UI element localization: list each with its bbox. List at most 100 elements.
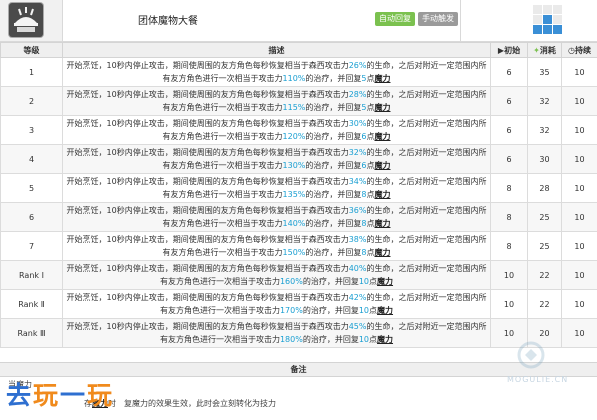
bolt-icon: ✦ — [533, 45, 540, 55]
highlight-value: 115% — [282, 103, 306, 112]
highlight-value: 10 — [358, 306, 370, 315]
highlight-value: 10 — [358, 335, 370, 344]
cost-cell: 22 — [527, 260, 562, 290]
cost-cell: 30 — [527, 144, 562, 174]
column-header-duration: ◷持续 — [561, 42, 597, 58]
level-cell: 1 — [0, 57, 63, 87]
keyword-link: 魔力 — [377, 277, 394, 286]
keyword-link: 魔力 — [374, 103, 391, 112]
highlight-value: 42% — [348, 293, 367, 302]
cost-cell: 35 — [527, 57, 562, 87]
highlight-value: 38% — [348, 235, 367, 244]
highlight-value: 150% — [282, 248, 306, 257]
cost-cell: 32 — [527, 86, 562, 116]
level-cell: 7 — [0, 231, 63, 261]
highlight-value: 10 — [358, 277, 370, 286]
description-cell: 开始烹饪，10秒内停止攻击，期间使周围的友方角色每秒恢复相当于森西攻击力40% 的… — [62, 260, 491, 290]
duration-cell: 10 — [561, 144, 597, 174]
duration-cell: 10 — [561, 260, 597, 290]
keyword-link: 魔力 — [374, 190, 391, 199]
level-cell: 4 — [0, 144, 63, 174]
description-text: 的治疗，并回复 — [302, 335, 359, 344]
table-row: Rank Ⅲ 开始烹饪，10秒内停止攻击，期间使周围的友方角色每秒恢复相当于森西攻… — [0, 318, 597, 348]
level-cell: Rank Ⅲ — [0, 318, 63, 348]
description-cell: 开始烹饪，10秒内停止攻击，期间使周围的友方角色每秒恢复相当于森西攻击力32% 的… — [62, 144, 491, 174]
watermark-text: MOGULIE.CN — [507, 375, 569, 384]
highlight-value: 40% — [348, 264, 367, 273]
column-header-initial: ▶初始 — [490, 42, 528, 58]
keyword-link: 魔力 — [377, 335, 394, 344]
initial-cell: 8 — [490, 173, 528, 203]
cost-cell: 25 — [527, 231, 562, 261]
table-row: 4 开始烹饪，10秒内停止攻击，期间使周围的友方角色每秒恢复相当于森西攻击力32%… — [0, 144, 597, 174]
level-cell: 5 — [0, 173, 63, 203]
description-cell: 开始烹饪，10秒内停止攻击，期间使周围的友方角色每秒恢复相当于森西攻击力34% 的… — [62, 173, 491, 203]
description-text: 开始烹饪，10秒内停止攻击，期间使周围的友方角色每秒恢复相当于森西攻击力 — [66, 206, 349, 215]
table-row: 5 开始烹饪，10秒内停止攻击，期间使周围的友方角色每秒恢复相当于森西攻击力34%… — [0, 173, 597, 203]
description-cell: 开始烹饪，10秒内停止攻击，期间使周围的友方角色每秒恢复相当于森西攻击力38% 的… — [62, 231, 491, 261]
duration-cell: 10 — [561, 202, 597, 232]
description-text: 的治疗，并回复 — [302, 277, 359, 286]
table-row: 7 开始烹饪，10秒内停止攻击，期间使周围的友方角色每秒恢复相当于森西攻击力38%… — [0, 231, 597, 261]
description-text: 开始烹饪，10秒内停止攻击，期间使周围的友方角色每秒恢复相当于森西攻击力 — [66, 177, 349, 186]
highlight-value: 28% — [348, 90, 367, 99]
description-text: 点 — [369, 335, 378, 344]
level-cell: Rank Ⅱ — [0, 289, 63, 319]
description-text: 开始烹饪，10秒内停止攻击，期间使周围的友方角色每秒恢复相当于森西攻击力 — [66, 61, 349, 70]
duration-cell: 10 — [561, 289, 597, 319]
description-cell: 开始烹饪，10秒内停止攻击，期间使周围的友方角色每秒恢复相当于森西攻击力45% 的… — [62, 318, 491, 348]
skill-level-table: 等级 描述 ▶初始 ✦消耗 ◷持续 1 开始烹饪，10秒内停止攻击，期间使周围的友… — [0, 42, 597, 348]
table-row: 1 开始烹饪，10秒内停止攻击，期间使周围的友方角色每秒恢复相当于森西攻击力26%… — [0, 57, 597, 87]
highlight-value: 36% — [348, 206, 367, 215]
highlight-value: 34% — [348, 177, 367, 186]
watermark-icon — [517, 341, 545, 369]
skill-icon-cooking — [9, 3, 43, 37]
cost-cell: 28 — [527, 173, 562, 203]
description-text: 开始烹饪，10秒内停止攻击，期间使周围的友方角色每秒恢复相当于森西攻击力 — [66, 90, 349, 99]
initial-cell: 10 — [490, 289, 528, 319]
table-row: 3 开始烹饪，10秒内停止攻击，期间使周围的友方角色每秒恢复相当于森西攻击力30%… — [0, 115, 597, 145]
highlight-value: 160% — [279, 277, 303, 286]
description-text: 开始烹饪，10秒内停止攻击，期间使周围的友方角色每秒恢复相当于森西攻击力 — [66, 148, 349, 157]
duration-cell: 10 — [561, 57, 597, 87]
table-row: 6 开始烹饪，10秒内停止攻击，期间使周围的友方角色每秒恢复相当于森西攻击力36%… — [0, 202, 597, 232]
column-header-description: 描述 — [62, 42, 491, 58]
column-header-level: 等级 — [0, 42, 63, 58]
skill-name-cell: 团体魔物大餐 自动回复 手动触发 — [62, 0, 460, 42]
description-cell: 开始烹饪，10秒内停止攻击，期间使周围的友方角色每秒恢复相当于森西攻击力30% 的… — [62, 115, 491, 145]
initial-cell: 10 — [490, 260, 528, 290]
cost-cell: 32 — [527, 115, 562, 145]
keyword-link: 魔力 — [374, 74, 391, 83]
initial-cell: 6 — [490, 144, 528, 174]
description-text: 的治疗，并回复 — [302, 306, 359, 315]
level-cell: 3 — [0, 115, 63, 145]
initial-cell: 6 — [490, 86, 528, 116]
highlight-value: 120% — [282, 132, 306, 141]
description-text: 点 — [369, 306, 378, 315]
description-cell: 开始烹饪，10秒内停止攻击，期间使周围的友方角色每秒恢复相当于森西攻击力26% 的… — [62, 57, 491, 87]
description-text: 的治疗，并回复 — [305, 132, 362, 141]
site-logo: 去玩一玩 — [6, 381, 115, 410]
description-cell: 开始烹饪，10秒内停止攻击，期间使周围的友方角色每秒恢复相当于森西攻击力36% 的… — [62, 202, 491, 232]
highlight-value: 135% — [282, 190, 306, 199]
description-text: 的治疗，并回复 — [305, 219, 362, 228]
duration-cell: 10 — [561, 115, 597, 145]
initial-cell: 6 — [490, 57, 528, 87]
description-text: 的治疗，并回复 — [305, 74, 362, 83]
initial-cell: 6 — [490, 115, 528, 145]
table-row: Rank Ⅱ 开始烹饪，10秒内停止攻击，期间使周围的友方角色每秒恢复相当于森西攻… — [0, 289, 597, 319]
clock-icon: ◷ — [568, 45, 575, 55]
duration-cell: 10 — [561, 318, 597, 348]
table-row: Rank Ⅰ 开始烹饪，10秒内停止攻击，期间使周围的友方角色每秒恢复相当于森西攻… — [0, 260, 597, 290]
cost-cell: 22 — [527, 289, 562, 319]
tag-manual-trigger: 手动触发 — [418, 12, 458, 26]
range-cell — [460, 0, 597, 42]
highlight-value: 32% — [348, 148, 367, 157]
keyword-link: 魔力 — [374, 132, 391, 141]
level-cell: 2 — [0, 86, 63, 116]
highlight-value: 26% — [348, 61, 367, 70]
cost-cell: 25 — [527, 202, 562, 232]
description-text: 点 — [369, 277, 378, 286]
description-text: 的治疗，并回复 — [305, 161, 362, 170]
description-text: 的治疗，并回复 — [305, 248, 362, 257]
